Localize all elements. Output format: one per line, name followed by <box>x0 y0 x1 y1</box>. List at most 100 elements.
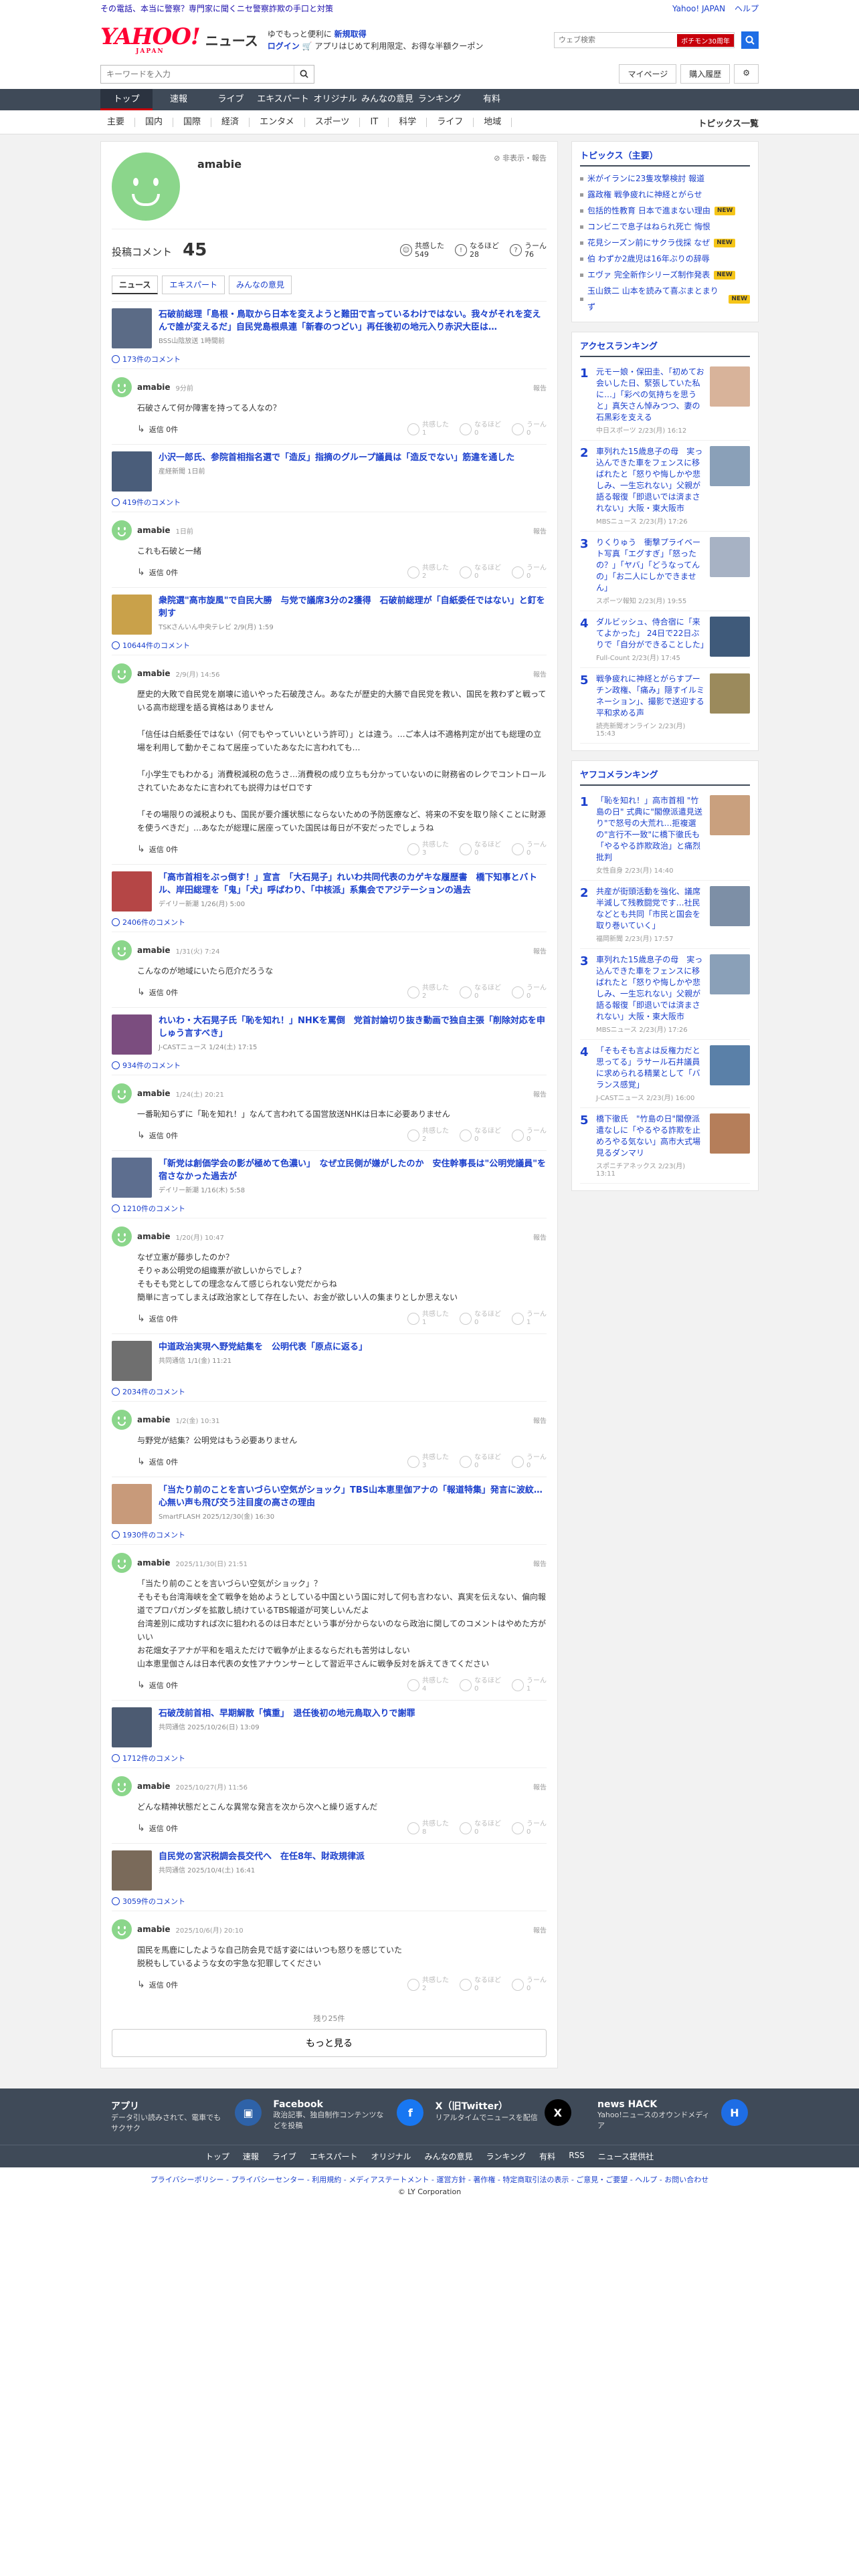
ranking-item[interactable]: 3 車列れた15歳息子の母 実っ込んできた車をフェンスに移ばれたと「怒りや悔しかや… <box>580 949 750 1040</box>
report-link[interactable]: 報告 <box>533 1232 547 1242</box>
comment-count-link[interactable]: 2034件のコメント <box>112 1381 547 1402</box>
category-tab-1[interactable]: 国内 <box>135 118 174 127</box>
ranking-item[interactable]: 4 「そもそも言よは反権力だと思ってる」ラサール石井議員に求められる精業として「バ… <box>580 1040 750 1108</box>
article-link[interactable]: 「新党は創価学会の影が極めて色濃い」 なぜ立民側が嫌がしたのか 安住幹事長は"公… <box>112 1158 547 1198</box>
react-insight-button[interactable]: なるほど 0 <box>460 1128 501 1144</box>
comment-count-link[interactable]: 10644件のコメント <box>112 635 547 655</box>
nav-tab-5[interactable]: みんなの意見 <box>361 89 413 110</box>
category-tab-2[interactable]: 国際 <box>173 118 212 127</box>
footer-facebook-link[interactable]: Facebook 政治記事、独自制作コンテンツなどを投稿 f <box>273 2099 424 2134</box>
nav-tab-4[interactable]: オリジナル <box>309 89 361 110</box>
help-link[interactable]: ヘルプ <box>735 4 759 13</box>
react-insight-button[interactable]: なるほど 0 <box>460 984 501 1000</box>
article-title[interactable]: 石破茂前首相、早期解散「慎重」 退任後初の地元鳥取入りで謝罪 <box>159 1707 415 1720</box>
reply-link[interactable]: ↳ 返信 0件 <box>137 1680 178 1691</box>
reply-link[interactable]: ↳ 返信 0件 <box>137 424 178 435</box>
article-link[interactable]: れいわ・大石晃子氏「恥を知れ！」NHKを罵倒 党首討論切り抜き動画で独自主張「削… <box>112 1014 547 1055</box>
yahoo-news-logo[interactable]: YAHOO! JAPAN ニュース <box>100 25 258 55</box>
tab-expert[interactable]: エキスパート <box>162 276 225 294</box>
react-hmm-button[interactable]: うーん 0 <box>512 1454 547 1470</box>
footer-nav-item[interactable]: ライブ <box>266 2151 303 2162</box>
ranking-item[interactable]: 1 元モー娘・保田圭、「初めてお会いした日、緊張していた私に…」「彩ぺの気持ちを思… <box>580 361 750 441</box>
footer-nav-item[interactable]: RSS <box>562 2151 591 2162</box>
search-promo-tag[interactable]: ボチモン30周年 <box>677 33 734 47</box>
comment-count-link[interactable]: 1712件のコメント <box>112 1747 547 1768</box>
nav-tab-1[interactable]: 速報 <box>153 89 205 110</box>
ranking-item[interactable]: 4 ダルビッシュ、侍合宿に「来てよかった」 24日で22日ぶりで「自分ができること… <box>580 611 750 668</box>
category-tab-3[interactable]: 経済 <box>211 118 250 127</box>
comment-count-link[interactable]: 419件のコメント <box>112 492 547 512</box>
footer-nav-item[interactable]: トップ <box>199 2151 236 2162</box>
report-link[interactable]: 報告 <box>533 383 547 393</box>
react-empathy-button[interactable]: 共感した 4 <box>407 1677 449 1693</box>
web-search-button[interactable] <box>741 31 759 49</box>
category-tab-4[interactable]: エンタメ <box>250 118 305 127</box>
tab-opinion[interactable]: みんなの意見 <box>229 276 292 294</box>
react-insight-button[interactable]: なるほど 0 <box>460 1311 501 1327</box>
category-tab-8[interactable]: ライフ <box>427 118 474 127</box>
article-title[interactable]: 「当たり前のことを言いづらい空気がショック」TBS山本恵里伽アナの「報道特集」発… <box>159 1484 547 1509</box>
react-empathy-button[interactable]: 共感した 2 <box>407 984 449 1000</box>
react-empathy-button[interactable]: 共感した 3 <box>407 1454 449 1470</box>
react-hmm-button[interactable]: うーん 0 <box>512 564 547 580</box>
comment-user-name[interactable]: amabie <box>137 1558 171 1568</box>
tab-news[interactable]: ニュース <box>112 276 159 294</box>
footer-nav-item[interactable]: 速報 <box>236 2151 266 2162</box>
comment-count-link[interactable]: 3059件のコメント <box>112 1891 547 1911</box>
topic-link[interactable]: 花見シーズン前にサクラ伐採 なぜ NEW <box>580 235 750 251</box>
category-tab-6[interactable]: IT <box>360 118 389 127</box>
category-tab-9[interactable]: 地域 <box>474 118 512 127</box>
comment-count-link[interactable]: 173件のコメント <box>112 348 547 369</box>
report-link[interactable]: 報告 <box>533 669 547 679</box>
report-link[interactable]: 報告 <box>533 946 547 956</box>
article-link[interactable]: 石破茂前首相、早期解散「慎重」 退任後初の地元鳥取入りで謝罪 共同通信 2025/… <box>112 1707 547 1747</box>
reply-link[interactable]: ↳ 返信 0件 <box>137 1979 178 1990</box>
react-empathy-button[interactable]: 共感した 8 <box>407 1820 449 1836</box>
report-link[interactable]: 報告 <box>533 1415 547 1425</box>
yahoo-japan-link[interactable]: Yahoo! JAPAN <box>672 4 725 13</box>
ranking-item[interactable]: 2 共産が街頭活動を強化、議席半減して残教闘党です…社民などとも共同「市民と国会を… <box>580 881 750 949</box>
topic-link[interactable]: 玉山鉄二 山本を読みて喜ぶまとまりず NEW <box>580 283 750 315</box>
react-insight-button[interactable]: なるほど 0 <box>460 841 501 857</box>
report-link[interactable]: 報告 <box>533 1558 547 1568</box>
footer-nav-item[interactable]: ランキング <box>480 2151 533 2162</box>
signup-link[interactable]: 新規取得 <box>335 29 367 39</box>
news-search-button[interactable] <box>294 65 314 83</box>
reply-link[interactable]: ↳ 返信 0件 <box>137 567 178 578</box>
comment-user-name[interactable]: amabie <box>137 1925 171 1934</box>
article-title[interactable]: れいわ・大石晃子氏「恥を知れ！」NHKを罵倒 党首討論切り抜き動画で独自主張「削… <box>159 1014 547 1040</box>
react-insight-button[interactable]: なるほど 0 <box>460 1820 501 1836</box>
ranking-item[interactable]: 3 りくりゅう 衝撃プライベート写真「エグすぎ」「怒ったの？」「ヤバ」「どうなって… <box>580 532 750 611</box>
ad-link[interactable]: その電話、本当に警察？専門家に聞くニセ警察詐欺の手口と対策 <box>100 0 333 17</box>
react-hmm-button[interactable]: うーん 0 <box>512 421 547 437</box>
nav-tab-3[interactable]: エキスパート <box>257 89 309 110</box>
report-link[interactable]: 報告 <box>533 1925 547 1935</box>
react-hmm-button[interactable]: うーん 1 <box>512 1677 547 1693</box>
react-insight-button[interactable]: なるほど 0 <box>460 1454 501 1470</box>
nav-tab-2[interactable]: ライブ <box>205 89 257 110</box>
react-hmm-button[interactable]: うーん 0 <box>512 1820 547 1836</box>
react-empathy-button[interactable]: 共感した 1 <box>407 421 449 437</box>
topic-link[interactable]: コンビニで息子はねられ死亡 悔恨 <box>580 219 750 235</box>
comment-user-name[interactable]: amabie <box>137 946 171 955</box>
comment-user-name[interactable]: amabie <box>137 1232 171 1241</box>
footer-nav-item[interactable]: エキスパート <box>303 2151 365 2162</box>
ranking-item[interactable]: 2 車列れた15歳息子の母 実っ込んできた車をフェンスに移ばれたと「怒りや悔しかや… <box>580 441 750 532</box>
react-insight-button[interactable]: なるほど 0 <box>460 1977 501 1993</box>
react-empathy-button[interactable]: 共感した 2 <box>407 564 449 580</box>
purchase-history-button[interactable]: 購入履歴 <box>680 64 731 84</box>
news-search-input[interactable] <box>101 65 294 83</box>
ranking-item[interactable]: 5 橋下徹氏 "竹島の日"閣僚派遣なしに「やるやる詐欺を止めろやる気ない」高市大式… <box>580 1108 750 1184</box>
topic-link[interactable]: 露政権 戦争疲れに神経とがらせ <box>580 187 750 203</box>
footer-nav-item[interactable]: みんなの意見 <box>418 2151 480 2162</box>
topic-link[interactable]: 伯 わずか2歳児は16年ぶりの辞辱 <box>580 251 750 267</box>
nav-tab-0[interactable]: トップ <box>100 89 153 110</box>
article-title[interactable]: 小沢一郎氏、参院首相指名選で「造反」指摘のグループ議員は「造反でない」筋違を通し… <box>159 451 514 464</box>
article-link[interactable]: 「当たり前のことを言いづらい空気がショック」TBS山本恵里伽アナの「報道特集」発… <box>112 1484 547 1524</box>
category-tab-7[interactable]: 科学 <box>389 118 427 127</box>
topic-link[interactable]: 米がイランに23隻攻撃検討 報道 <box>580 171 750 187</box>
comment-user-name[interactable]: amabie <box>137 1089 171 1098</box>
hide-report-link[interactable]: ⊘ 非表示・報告 <box>494 152 547 221</box>
article-title[interactable]: 中道政治実現へ野党結集を 公明代表「原点に返る」 <box>159 1341 367 1354</box>
react-hmm-button[interactable]: うーん 0 <box>512 841 547 857</box>
